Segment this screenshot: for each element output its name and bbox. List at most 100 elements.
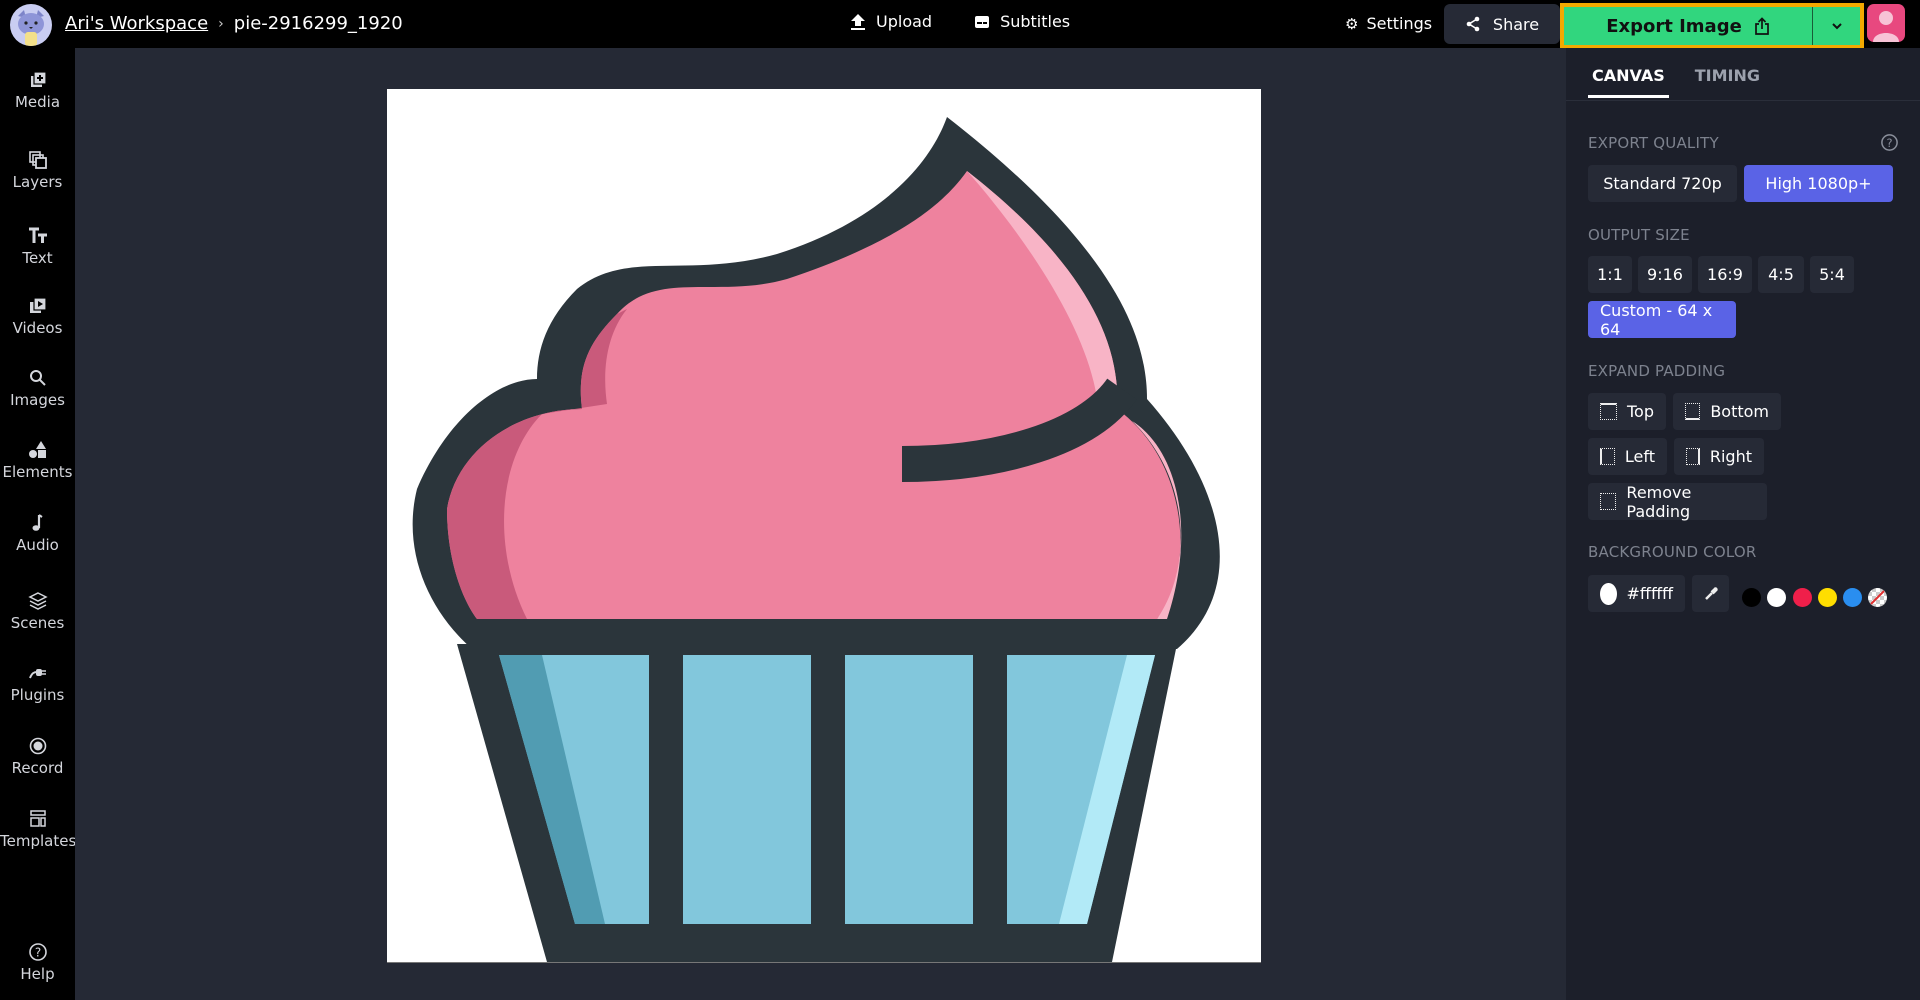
swatch-white[interactable] bbox=[1767, 588, 1786, 607]
tab-timing[interactable]: TIMING bbox=[1691, 66, 1764, 98]
workspace-link[interactable]: Ari's Workspace bbox=[65, 13, 208, 34]
size-16-9-button[interactable]: 16:9 bbox=[1698, 256, 1752, 293]
panel-tabs: CANVAS TIMING bbox=[1588, 66, 1764, 98]
padding-bottom-button[interactable]: Bottom bbox=[1673, 393, 1781, 430]
size-custom-button[interactable]: Custom - 64 x 64 bbox=[1588, 301, 1736, 339]
remove-padding-icon bbox=[1600, 493, 1617, 510]
swatch-black[interactable] bbox=[1742, 588, 1761, 607]
swatch-red[interactable] bbox=[1793, 588, 1812, 607]
sidebar-item-templates[interactable]: Templates bbox=[0, 809, 77, 850]
subtitles-button[interactable]: Subtitles bbox=[974, 12, 1070, 31]
sidebar-label: Layers bbox=[12, 173, 63, 191]
sidebar-item-text[interactable]: Text bbox=[0, 226, 75, 267]
swatch-transparent[interactable] bbox=[1868, 588, 1887, 607]
size-5-4-button[interactable]: 5:4 bbox=[1810, 256, 1854, 293]
cat-avatar-icon bbox=[18, 10, 44, 46]
padding-top-icon bbox=[1600, 403, 1617, 420]
breadcrumb-chevron-icon: › bbox=[218, 15, 224, 32]
sidebar-item-record[interactable]: Record bbox=[0, 736, 75, 777]
expand-padding-heading: EXPAND PADDING bbox=[1588, 362, 1726, 380]
cupcake-image[interactable] bbox=[387, 89, 1261, 962]
record-icon bbox=[29, 737, 46, 755]
export-image-button[interactable]: Export Image bbox=[1564, 7, 1812, 45]
background-color-heading: BACKGROUND COLOR bbox=[1588, 543, 1757, 561]
subtitles-icon bbox=[975, 15, 990, 28]
sidebar-item-images[interactable]: Images bbox=[0, 368, 75, 409]
templates-icon bbox=[29, 810, 46, 827]
breadcrumb: Ari's Workspace › pie-2916299_1920 bbox=[65, 13, 403, 34]
sidebar-item-scenes[interactable]: Scenes bbox=[0, 591, 75, 632]
padding-top-button[interactable]: Top bbox=[1588, 393, 1666, 430]
plug-icon bbox=[28, 669, 46, 679]
padding-top-label: Top bbox=[1627, 402, 1654, 421]
size-1-1-button[interactable]: 1:1 bbox=[1588, 256, 1632, 293]
help-label: Help bbox=[20, 965, 55, 983]
upload-icon bbox=[851, 13, 865, 30]
share-icon bbox=[1466, 16, 1480, 32]
upload-label: Upload bbox=[876, 12, 933, 31]
upload-button[interactable]: Upload bbox=[850, 12, 932, 31]
sidebar-label: Media bbox=[14, 93, 61, 111]
background-color-input[interactable]: #ffffff bbox=[1588, 575, 1685, 612]
padding-right-button[interactable]: Right bbox=[1674, 438, 1764, 475]
help-button[interactable]: ? Help bbox=[0, 942, 75, 983]
sidebar-label: Elements bbox=[2, 463, 73, 481]
swatch-yellow[interactable] bbox=[1818, 588, 1837, 607]
sidebar-label: Plugins bbox=[10, 686, 65, 704]
padding-left-icon bbox=[1600, 448, 1615, 465]
transparent-slash-icon bbox=[1870, 590, 1885, 605]
sidebar-item-plugins[interactable]: Plugins bbox=[0, 663, 75, 704]
padding-bottom-label: Bottom bbox=[1710, 402, 1769, 421]
help-circle-icon[interactable]: ? bbox=[1880, 133, 1899, 152]
svg-text:?: ? bbox=[1886, 136, 1892, 150]
sidebar-label: Scenes bbox=[10, 614, 65, 632]
size-4-5-button[interactable]: 4:5 bbox=[1758, 256, 1804, 293]
sidebar-item-media[interactable]: Media bbox=[0, 70, 75, 111]
sidebar-label: Images bbox=[10, 391, 65, 409]
project-name[interactable]: pie-2916299_1920 bbox=[234, 13, 403, 34]
eyedropper-icon bbox=[1704, 586, 1718, 600]
share-button[interactable]: Share bbox=[1444, 4, 1560, 44]
padding-left-button[interactable]: Left bbox=[1588, 438, 1667, 475]
editor-workspace bbox=[75, 48, 1566, 1000]
sidebar-label: Videos bbox=[12, 319, 63, 337]
settings-button[interactable]: ⚙ Settings bbox=[1345, 14, 1432, 33]
top-bar: Ari's Workspace › pie-2916299_1920 Uploa… bbox=[0, 0, 1920, 49]
export-group: Export Image bbox=[1560, 3, 1864, 49]
stack-icon bbox=[27, 592, 48, 610]
svg-text:?: ? bbox=[34, 946, 40, 960]
search-icon bbox=[29, 370, 46, 386]
tab-divider bbox=[1566, 100, 1920, 101]
media-add-icon bbox=[30, 71, 47, 87]
sidebar-item-videos[interactable]: Videos bbox=[0, 296, 75, 337]
properties-panel: CANVAS TIMING EXPORT QUALITY ? Standard … bbox=[1566, 48, 1920, 1000]
background-color-value: #ffffff bbox=[1626, 584, 1673, 603]
user-avatar[interactable] bbox=[1867, 4, 1905, 42]
canvas[interactable] bbox=[387, 89, 1261, 962]
quality-standard-720p-button[interactable]: Standard 720p bbox=[1588, 165, 1737, 202]
export-quality-heading: EXPORT QUALITY bbox=[1588, 134, 1719, 152]
settings-label: Settings bbox=[1366, 14, 1433, 33]
sidebar: Media Layers Text Videos Images Elements… bbox=[0, 48, 77, 1000]
padding-right-label: Right bbox=[1709, 447, 1752, 466]
eyedropper-button[interactable] bbox=[1692, 575, 1729, 612]
output-size-heading: OUTPUT SIZE bbox=[1588, 226, 1690, 244]
sidebar-item-audio[interactable]: Audio bbox=[0, 513, 75, 554]
gear-icon: ⚙ bbox=[1345, 14, 1359, 33]
workspace-avatar[interactable] bbox=[10, 4, 52, 46]
export-dropdown-button[interactable] bbox=[1812, 7, 1860, 45]
remove-padding-button[interactable]: Remove Padding bbox=[1588, 483, 1767, 521]
quality-high-1080p-button[interactable]: High 1080p+ bbox=[1744, 165, 1893, 202]
subtitles-label: Subtitles bbox=[1000, 12, 1071, 31]
chevron-down-icon bbox=[1831, 23, 1842, 30]
size-9-16-button[interactable]: 9:16 bbox=[1638, 256, 1692, 293]
sidebar-label: Templates bbox=[0, 832, 77, 850]
padding-bottom-icon bbox=[1685, 403, 1701, 420]
tab-canvas[interactable]: CANVAS bbox=[1588, 66, 1669, 98]
swatch-blue[interactable] bbox=[1843, 588, 1862, 607]
sidebar-label: Audio bbox=[16, 536, 59, 554]
sidebar-item-elements[interactable]: Elements bbox=[0, 440, 75, 481]
export-share-icon bbox=[1754, 17, 1769, 35]
shapes-icon bbox=[28, 441, 46, 458]
sidebar-item-layers[interactable]: Layers bbox=[0, 150, 75, 191]
